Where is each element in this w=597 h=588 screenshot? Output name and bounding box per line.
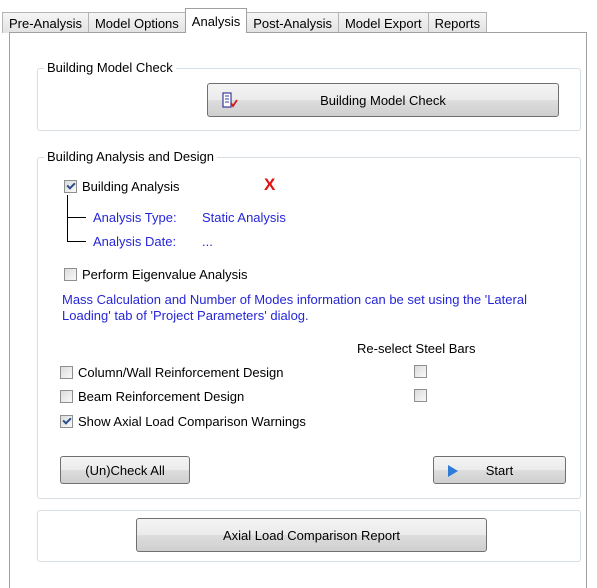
axial-load-comparison-report-button[interactable]: Axial Load Comparison Report	[136, 518, 487, 552]
axial-warnings-option[interactable]: Show Axial Load Comparison Warnings	[60, 412, 306, 430]
building-analysis-option[interactable]: Building Analysis	[64, 177, 180, 195]
building-analysis-design-legend: Building Analysis and Design	[44, 149, 217, 165]
model-check-icon	[221, 92, 239, 110]
building-analysis-design-group: Building Analysis and Design	[37, 149, 581, 499]
analysis-date-label: Analysis Date:	[93, 234, 177, 249]
column-wall-design-option[interactable]: Column/Wall Reinforcement Design	[60, 363, 283, 381]
eigenvalue-option[interactable]: Perform Eigenvalue Analysis	[64, 265, 247, 283]
building-analysis-label: Building Analysis	[82, 178, 180, 194]
column-wall-design-label: Column/Wall Reinforcement Design	[78, 364, 284, 380]
column-wall-design-checkbox[interactable]	[60, 365, 73, 379]
building-analysis-checkbox[interactable]	[64, 179, 77, 193]
tree-connector-lines	[67, 195, 86, 242]
building-model-check-button[interactable]: Building Model Check	[207, 83, 559, 117]
analysis-type-value: Static Analysis	[202, 210, 286, 225]
uncheck-all-label: (Un)Check All	[85, 462, 165, 478]
analysis-date-value: ...	[202, 234, 213, 249]
start-label: Start	[485, 462, 514, 478]
tab-post-analysis[interactable]: Post-Analysis	[246, 12, 339, 33]
eigenvalue-label: Perform Eigenvalue Analysis	[82, 266, 248, 282]
uncheck-all-button[interactable]: (Un)Check All	[60, 456, 190, 484]
tab-pre-analysis[interactable]: Pre-Analysis	[2, 12, 89, 33]
analysis-type-label: Analysis Type:	[93, 210, 177, 225]
tab-model-options[interactable]: Model Options	[87, 12, 186, 33]
beam-design-checkbox[interactable]	[60, 389, 73, 403]
column-wall-reselect-checkbox[interactable]	[414, 365, 427, 378]
play-icon	[446, 464, 460, 478]
tab-reports[interactable]: Reports	[427, 12, 488, 33]
building-model-check-legend: Building Model Check	[44, 60, 176, 76]
eigenvalue-checkbox[interactable]	[64, 267, 77, 281]
axial-load-comparison-report-label: Axial Load Comparison Report	[222, 527, 401, 543]
beam-design-option[interactable]: Beam Reinforcement Design	[60, 387, 244, 405]
reselect-steel-bars-header: Re-select Steel Bars	[357, 341, 476, 356]
tab-model-export[interactable]: Model Export	[337, 12, 429, 33]
beam-reselect-checkbox[interactable]	[414, 389, 427, 402]
axial-warnings-checkbox[interactable]	[60, 414, 73, 428]
tab-strip: Pre-Analysis Model Options Analysis Post…	[2, 8, 488, 33]
building-model-check-button-label: Building Model Check	[320, 92, 446, 108]
analysis-status-x-icon: X	[264, 175, 276, 194]
start-button[interactable]: Start	[433, 456, 566, 484]
axial-warnings-label: Show Axial Load Comparison Warnings	[78, 413, 306, 429]
mass-calculation-info: Mass Calculation and Number of Modes inf…	[62, 292, 527, 323]
beam-design-label: Beam Reinforcement Design	[78, 388, 245, 404]
tab-analysis[interactable]: Analysis	[184, 8, 248, 33]
